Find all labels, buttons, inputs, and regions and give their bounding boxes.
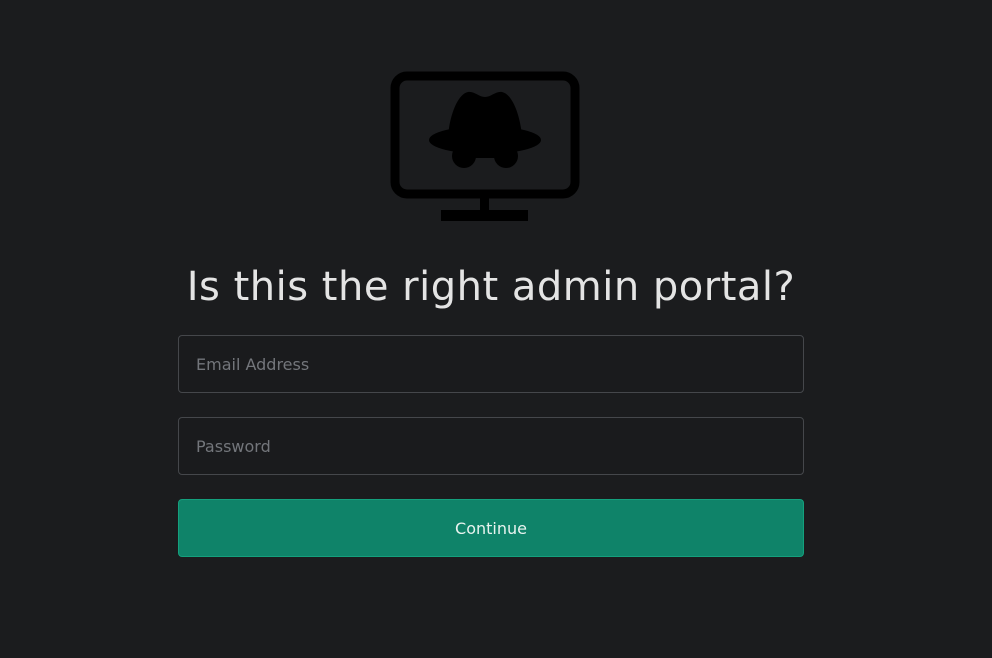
login-page: Is this the right admin portal? Continue <box>0 0 992 658</box>
incognito-monitor-icon <box>390 71 580 221</box>
page-title: Is this the right admin portal? <box>186 264 796 310</box>
email-field[interactable] <box>178 335 804 393</box>
password-field[interactable] <box>178 417 804 475</box>
continue-button[interactable]: Continue <box>178 499 804 557</box>
